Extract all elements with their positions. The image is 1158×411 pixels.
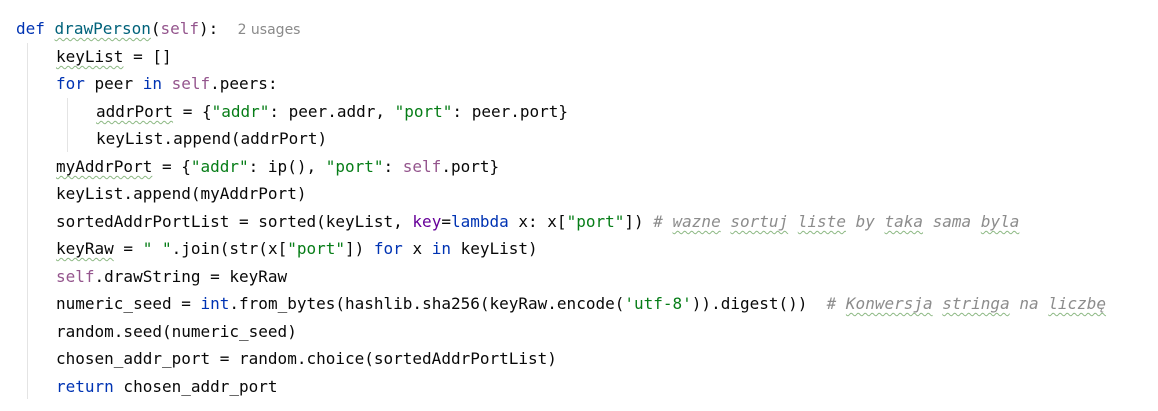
code-text: keyList)	[450, 239, 538, 258]
keyword-for: for	[373, 239, 403, 258]
code-line-3[interactable]: for peer in self.peers:	[56, 70, 278, 97]
code-text: .peers:	[210, 74, 278, 93]
string-literal: 'utf-8'	[624, 294, 692, 313]
comment-space	[721, 212, 731, 231]
code-text: ])	[624, 212, 654, 231]
usages-hint[interactable]: 2 usages	[238, 22, 301, 38]
code-line-9[interactable]: keyRaw = " ".join(str(x["port"]) for x i…	[56, 235, 538, 262]
paren-close: ):	[199, 19, 219, 38]
code-text: x: x[	[508, 212, 567, 231]
code-text: = {	[173, 102, 212, 121]
code-text: )).digest())	[691, 294, 827, 313]
comment-space	[933, 294, 943, 313]
code-text: .from_bytes(hashlib.sha256(keyRaw.encode…	[229, 294, 625, 313]
keyword-def: def	[16, 19, 45, 38]
builtin-int: int	[200, 294, 230, 313]
code-text: keyList.append(addrPort)	[96, 129, 328, 148]
code-text: .join(str(x[	[171, 239, 288, 258]
comment-word: sama	[923, 212, 981, 231]
indent-guide	[27, 43, 28, 399]
variable-myaddrport: myAddrPort	[56, 157, 153, 176]
code-text: : peer.addr,	[269, 102, 395, 121]
code-line-1[interactable]: def drawPerson(self): 2 usages	[16, 15, 300, 42]
code-text: keyList.append(myAddrPort)	[56, 184, 307, 203]
comment-word: liste	[797, 212, 846, 231]
comment-word: by	[845, 212, 885, 231]
variable-keyraw: keyRaw	[56, 239, 114, 258]
code-text: sortedAddrPortList = sorted(keyList,	[56, 212, 413, 231]
code-text: : peer.port}	[452, 102, 569, 121]
code-text: : ip(),	[248, 157, 326, 176]
comment-hash: #	[826, 294, 846, 313]
indent-guide	[67, 98, 68, 152]
code-text: = {	[152, 157, 191, 176]
string-literal: "addr"	[211, 102, 270, 121]
code-text: chosen_addr_port = random.choice(sortedA…	[56, 349, 557, 368]
string-literal: "port"	[566, 212, 625, 231]
self-param: self	[160, 19, 200, 38]
comment-word: wazne	[672, 212, 721, 231]
variable-keylist: keyList	[56, 47, 124, 66]
comment-word: taka	[884, 212, 924, 231]
code-line-10[interactable]: self.drawString = keyRaw	[56, 263, 287, 290]
keyword-for: for	[56, 74, 85, 93]
comment-word: sortuj	[730, 212, 789, 231]
code-line-5[interactable]: keyList.append(addrPort)	[96, 125, 327, 152]
code-line-8[interactable]: sortedAddrPortList = sorted(keyList, key…	[56, 208, 1019, 235]
code-text: =	[441, 212, 451, 231]
paren-open: (	[150, 19, 161, 38]
self-ref: self	[171, 74, 211, 93]
code-text: :	[383, 157, 403, 176]
code-line-11[interactable]: numeric_seed = int.from_bytes(hashlib.sh…	[56, 290, 1106, 317]
function-name: drawPerson	[54, 19, 151, 38]
comment-hash: #	[653, 212, 673, 231]
code-text: peer	[84, 74, 143, 93]
code-line-7[interactable]: keyList.append(myAddrPort)	[56, 180, 306, 207]
comment-word: Konwersja	[845, 294, 933, 313]
self-ref: self	[402, 157, 442, 176]
keyword-lambda: lambda	[450, 212, 509, 231]
comment-word: liczbę	[1048, 294, 1107, 313]
code-text: chosen_addr_port	[113, 377, 278, 396]
code-text: .drawString = keyRaw	[94, 267, 288, 286]
comment: # Konwersja stringa na liczbę	[827, 294, 1106, 313]
code-text: x	[402, 239, 432, 258]
keyword-return: return	[56, 377, 114, 396]
code-text: numeric_seed =	[56, 294, 201, 313]
code-text: ])	[345, 239, 374, 258]
string-literal: "port"	[325, 157, 384, 176]
code-text: =	[113, 239, 143, 258]
comment-space	[788, 212, 798, 231]
self-ref: self	[56, 267, 95, 286]
code-line-14[interactable]: return chosen_addr_port	[56, 373, 278, 400]
code-line-12[interactable]: random.seed(numeric_seed)	[56, 318, 297, 345]
keyword-in: in	[431, 239, 451, 258]
code-line-2[interactable]: keyList = []	[56, 43, 172, 70]
code-editor[interactable]: def drawPerson(self): 2 usages keyList =…	[0, 0, 1158, 411]
variable-addrport: addrPort	[96, 102, 174, 121]
string-literal: " "	[142, 239, 172, 258]
string-literal: "addr"	[190, 157, 249, 176]
string-literal: "port"	[394, 102, 453, 121]
code-line-13[interactable]: chosen_addr_port = random.choice(sortedA…	[56, 345, 557, 372]
code-line-6[interactable]: myAddrPort = {"addr": ip(), "port": self…	[56, 153, 499, 180]
keyword-in: in	[142, 74, 162, 93]
comment-word: byla	[980, 212, 1020, 231]
string-literal: "port"	[287, 239, 345, 258]
code-text: .port}	[441, 157, 500, 176]
code-line-4[interactable]: addrPort = {"addr": peer.addr, "port": p…	[96, 98, 568, 125]
code-text: random.seed(numeric_seed)	[56, 322, 297, 341]
comment-word: stringa	[942, 294, 1010, 313]
comment: # wazne sortuj liste by taka sama byla	[653, 212, 1019, 231]
comment-word: na	[1009, 294, 1049, 313]
keyword-arg: key	[412, 212, 442, 231]
code-text: = []	[123, 47, 172, 66]
